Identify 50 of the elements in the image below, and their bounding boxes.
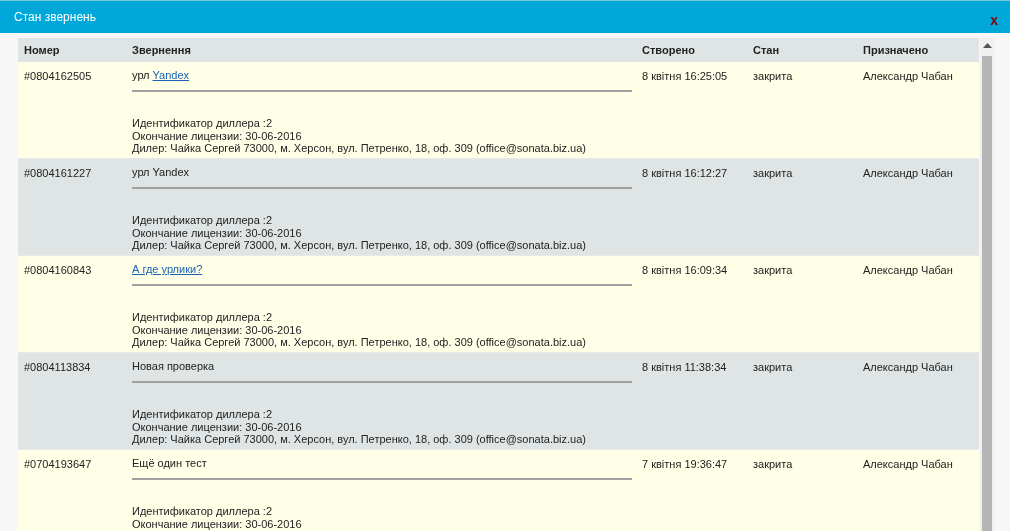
detail-line: Идентификатор диллера :2 xyxy=(132,117,273,130)
ticket-number: #0804161227 xyxy=(24,167,92,179)
detail-line: Идентификатор диллера :2 xyxy=(132,214,273,227)
column-header: Звернення xyxy=(132,43,191,56)
assignee-name: Александр Чабан xyxy=(863,264,953,276)
subject-link[interactable]: А где урлики? xyxy=(132,263,203,275)
subject-text: урл Yandex xyxy=(132,166,190,178)
created-time: 8 квітня 16:09:34 xyxy=(642,264,728,276)
ticket-number: #0804113834 xyxy=(24,361,91,373)
detail-line: Дилер: Чайка Сергей 73000, м. Херсон, вул. Петренко, 18, оф. 309 (office@sonata.biz.ua) xyxy=(132,142,587,155)
assignee-name: Александр Чабан xyxy=(863,167,953,179)
column-header: Створено xyxy=(642,43,695,56)
window-title: Стан звернень xyxy=(14,9,96,26)
subject-text: урл xyxy=(132,69,151,81)
ticket-number: #0704193647 xyxy=(24,458,92,470)
assignee-name: Александр Чабан xyxy=(863,70,953,82)
status-text: закрита xyxy=(753,458,793,470)
subject-text: Новая проверка xyxy=(132,360,215,372)
detail-line: Идентификатор диллера :2 xyxy=(132,311,273,324)
status-text: закрита xyxy=(753,70,793,82)
detail-line: Окончание лицензии: 30-06-2016 xyxy=(132,323,303,336)
detail-line: Окончание лицензии: 30-06-2016 xyxy=(132,517,303,530)
created-time: 8 квітня 11:38:34 xyxy=(642,361,727,373)
detail-line: Окончание лицензии: 30-06-2016 xyxy=(132,226,303,239)
status-text: закрита xyxy=(753,167,793,179)
detail-line: Окончание лицензии: 30-06-2016 xyxy=(132,420,303,433)
created-time: 7 квітня 19:36:47 xyxy=(642,458,728,470)
ticket-number: #0804160843 xyxy=(24,264,92,276)
assignee-name: Александр Чабан xyxy=(863,361,953,373)
detail-line: Дилер: Чайка Сергей 73000, м. Херсон, вул. Петренко, 18, оф. 309 (office@sonata.biz.ua) xyxy=(132,239,587,252)
status-text: закрита xyxy=(753,361,793,373)
subject-text: Ещё один тест xyxy=(132,457,207,469)
status-text: закрита xyxy=(753,264,793,276)
detail-line: Дилер: Чайка Сергей 73000, м. Херсон, вул. Петренко, 18, оф. 309 (office@sonata.biz.ua) xyxy=(132,433,587,446)
column-header: Стан xyxy=(753,43,780,56)
column-header: Призначено xyxy=(863,43,929,56)
scrollbar[interactable] xyxy=(980,38,994,531)
ticket-number: #0804162505 xyxy=(24,70,92,82)
subject-link[interactable]: Yandex xyxy=(152,69,190,81)
assignee-name: Александр Чабан xyxy=(863,458,953,470)
column-header: Номер xyxy=(24,43,60,56)
detail-line: Идентификатор диллера :2 xyxy=(132,505,273,518)
detail-line: Идентификатор диллера :2 xyxy=(132,408,273,421)
close-button[interactable]: x xyxy=(990,13,998,27)
detail-line: Дилер: Чайка Сергей 73000, м. Херсон, вул. Петренко, 18, оф. 309 (office@sonata.biz.ua) xyxy=(132,336,587,349)
created-time: 8 квітня 16:25:05 xyxy=(642,70,728,82)
created-time: 8 квітня 16:12:27 xyxy=(642,167,728,179)
detail-line: Окончание лицензии: 30-06-2016 xyxy=(132,129,303,142)
scroll-up-icon[interactable] xyxy=(982,43,992,49)
scrollbar-thumb[interactable] xyxy=(982,56,992,531)
